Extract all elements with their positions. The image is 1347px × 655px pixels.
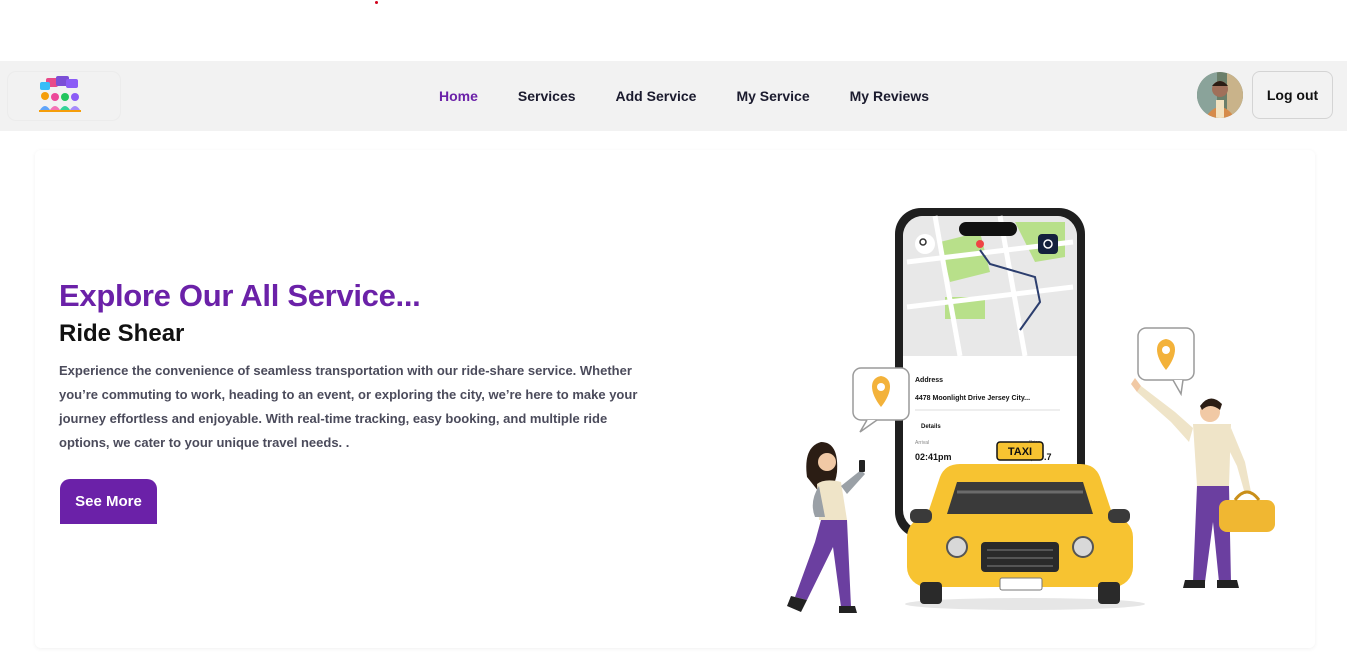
nav-home[interactable]: Home (439, 88, 478, 104)
taxi-sign: TAXI (1008, 446, 1032, 458)
logout-button[interactable]: Log out (1252, 71, 1333, 119)
man-waving-illustration (1131, 327, 1275, 588)
navbar: Home Services Add Service My Service My … (0, 61, 1347, 131)
nav-services[interactable]: Services (518, 88, 576, 104)
decorative-dot (375, 1, 378, 4)
avatar[interactable] (1197, 72, 1243, 118)
hero-subtitle: Ride Shear (59, 320, 185, 347)
ride-share-illustration: Address 4478 Moonlight Drive Jersey City… (787, 208, 1275, 613)
nav-my-reviews[interactable]: My Reviews (850, 88, 929, 104)
nav-my-service[interactable]: My Service (736, 88, 809, 104)
user-avatar-icon (1197, 72, 1243, 118)
details-label: Details (921, 424, 941, 430)
address-value: 4478 Moonlight Drive Jersey City... (915, 395, 1030, 402)
see-more-button[interactable]: See More (60, 479, 157, 524)
nav-add-service[interactable]: Add Service (616, 88, 697, 104)
people-chat-logo-icon (39, 76, 81, 112)
arrival-label: Arrival (915, 440, 929, 446)
hero-title: Explore Our All Service... (59, 278, 421, 313)
main-nav: Home Services Add Service My Service My … (439, 61, 969, 131)
arrival-value: 02:41pm (915, 452, 952, 462)
woman-walking-illustration (787, 367, 910, 613)
address-label: Address (915, 377, 943, 384)
logo[interactable] (8, 72, 120, 120)
hero-card: Explore Our All Service... Ride Shear Ex… (35, 150, 1315, 648)
hero-description: Experience the convenience of seamless t… (59, 363, 638, 450)
